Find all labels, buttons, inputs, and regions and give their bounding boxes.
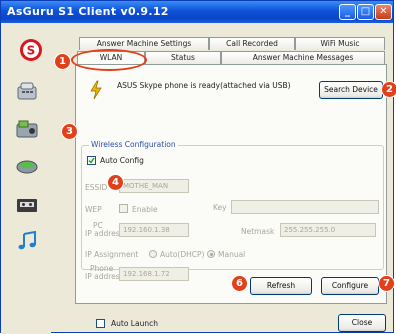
wireless-config-label: Wireless Configuration — [89, 140, 178, 149]
key-field[interactable] — [231, 200, 379, 214]
manual-radio[interactable] — [207, 250, 215, 258]
tab-call-recorded[interactable]: Call Recorded — [209, 37, 295, 50]
auto-dhcp-label: Auto(DHCP) — [160, 250, 205, 259]
auto-config-checkbox[interactable] — [87, 156, 96, 165]
netmask-label: Netmask — [241, 227, 275, 236]
app-window: AsGuru S1 Client v0.9.12 _ □ ✕ S Answer … — [0, 0, 396, 334]
callout-2: 2 — [381, 81, 396, 98]
status-message: ASUS Skype phone is ready(attached via U… — [117, 81, 291, 90]
lightning-icon — [90, 80, 102, 100]
ip-assignment-label: IP Assignment — [85, 250, 139, 259]
phone-ip-field[interactable]: 192.168.1.72 — [119, 267, 189, 281]
refresh-button[interactable]: Refresh — [250, 277, 312, 295]
search-device-button[interactable]: Search Device — [319, 81, 383, 99]
configure-button[interactable]: Configure — [321, 277, 379, 295]
minimize-button[interactable]: _ — [339, 4, 356, 20]
phone-icon[interactable] — [15, 81, 39, 101]
cassette-icon[interactable] — [15, 195, 39, 215]
callout-6: 6 — [231, 275, 248, 292]
wlan-tab-highlight — [71, 49, 147, 71]
skype-logo-icon[interactable]: S — [19, 38, 43, 62]
netmask-field[interactable]: 255.255.255.0 — [280, 223, 376, 237]
call-record-icon[interactable] — [15, 156, 39, 176]
close-button[interactable]: Close — [338, 314, 386, 332]
callout-3: 3 — [61, 123, 78, 140]
music-note-icon[interactable] — [15, 231, 39, 251]
sidebar: S — [1, 23, 51, 334]
callout-1: 1 — [54, 53, 71, 70]
radio-dot-icon — [209, 252, 213, 256]
auto-config-label: Auto Config — [100, 156, 144, 165]
essid-label: ESSID — [85, 183, 108, 192]
wep-enable-label: Enable — [132, 205, 158, 214]
tab-status[interactable]: Status — [145, 51, 221, 64]
callout-4: 4 — [107, 174, 124, 191]
phone-ip-label-line2: IP address — [85, 272, 124, 281]
auto-dhcp-radio[interactable] — [149, 250, 157, 258]
answer-machine-icon[interactable] — [15, 119, 39, 139]
title-bar: AsGuru S1 Client v0.9.12 _ □ ✕ — [1, 1, 393, 23]
window-title: AsGuru S1 Client v0.9.12 — [7, 5, 169, 18]
tab-answer-machine-settings[interactable]: Answer Machine Settings — [79, 37, 209, 50]
auto-launch-checkbox[interactable] — [96, 319, 105, 328]
maximize-button[interactable]: □ — [357, 4, 374, 20]
checkmark-icon — [88, 157, 95, 164]
key-label: Key — [213, 203, 227, 212]
tab-wifi-music[interactable]: WiFi Music — [295, 37, 385, 50]
pc-ip-field[interactable]: 192.160.1.38 — [119, 223, 189, 237]
callout-7: 7 — [378, 275, 395, 292]
pc-ip-label-line2: IP address — [85, 229, 124, 238]
tab-answer-machine-messages[interactable]: Answer Machine Messages — [221, 51, 385, 64]
auto-launch-label: Auto Launch — [111, 319, 158, 328]
wep-label: WEP — [85, 205, 102, 214]
close-window-button[interactable]: ✕ — [375, 4, 392, 20]
svg-text:S: S — [27, 44, 36, 58]
wep-enable-checkbox[interactable] — [119, 204, 128, 213]
manual-label: Manual — [218, 250, 246, 259]
essid-field[interactable]: MOTHE_MAN — [119, 179, 189, 193]
